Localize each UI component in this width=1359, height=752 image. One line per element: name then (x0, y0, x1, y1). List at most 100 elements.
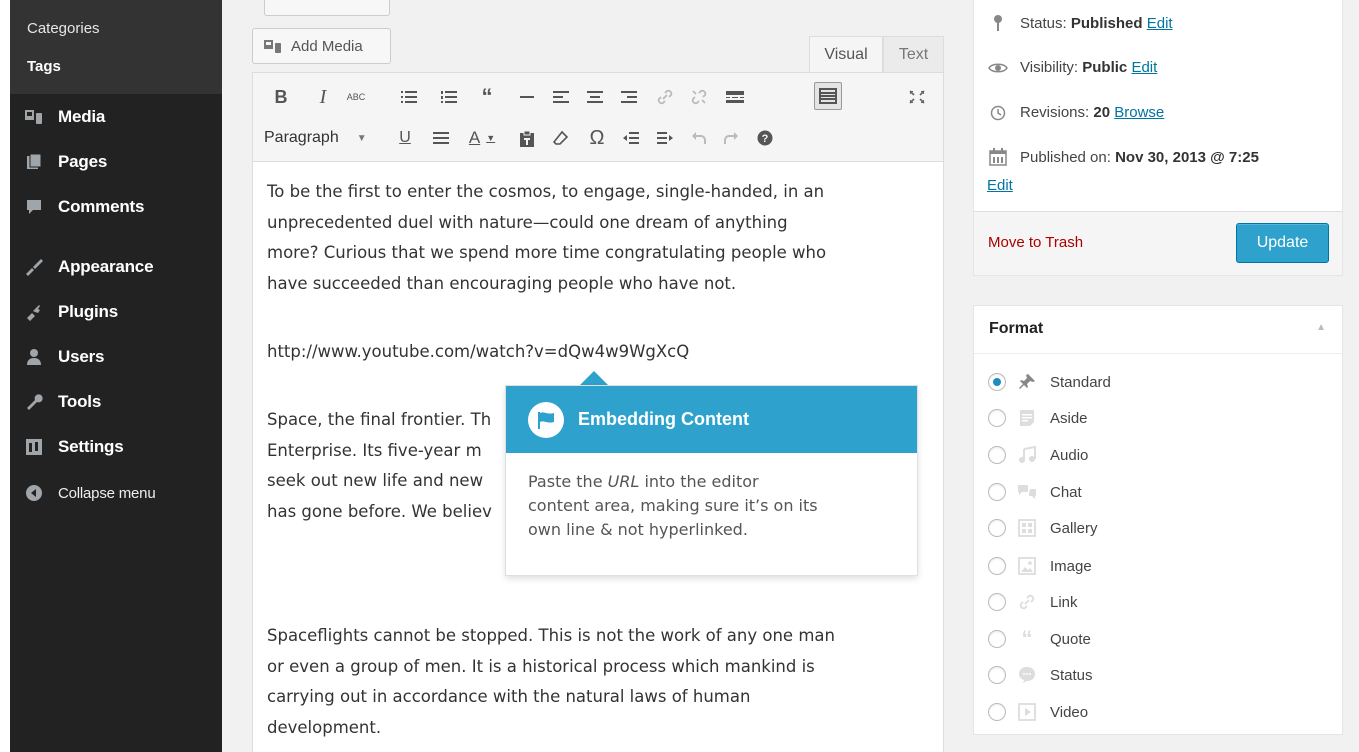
align-center-icon[interactable] (583, 85, 607, 109)
format-option-video[interactable]: Video (988, 700, 1088, 724)
collapse-menu-button[interactable]: Collapse menu (10, 473, 222, 513)
format-option-aside[interactable]: Aside (988, 406, 1088, 430)
top-button-stub[interactable] (264, 0, 390, 16)
format-option-gallery[interactable]: Gallery (988, 516, 1098, 540)
justify-icon[interactable] (429, 126, 453, 150)
gallery-icon (1016, 518, 1038, 538)
bullet-list-icon[interactable] (397, 85, 421, 109)
calendar-icon (988, 148, 1008, 166)
outdent-icon[interactable] (619, 126, 643, 150)
sidebar-item-settings[interactable]: Settings (10, 427, 222, 467)
revisions-row: Revisions: 20 Browse (988, 104, 1164, 121)
pointer-body: Paste the URL into the editor content ar… (528, 470, 908, 542)
unlink-icon[interactable] (687, 85, 711, 109)
format-option-label: Standard (1050, 373, 1111, 391)
chat-icon (1016, 482, 1038, 502)
strikethrough-icon[interactable]: ABC (344, 85, 368, 109)
toolbar-toggle-icon[interactable] (814, 82, 842, 110)
underline-icon[interactable]: U (393, 126, 417, 150)
revisions-label: Revisions: (1020, 104, 1090, 121)
align-left-icon[interactable] (549, 85, 573, 109)
format-box-header[interactable]: Format ▲ (974, 306, 1342, 354)
radio-button[interactable] (988, 593, 1006, 611)
add-media-button[interactable]: Add Media (252, 28, 391, 64)
format-option-quote[interactable]: “ Quote (988, 626, 1091, 651)
sidebar-item-label: Users (58, 347, 105, 366)
visibility-label: Visibility: (1020, 59, 1079, 76)
format-option-image[interactable]: Image (988, 554, 1092, 578)
pointer-header: Embedding Content (506, 386, 917, 453)
browse-revisions-link[interactable]: Browse (1114, 104, 1164, 121)
admin-sidebar: Categories Tags Media Pages Comments App… (0, 0, 222, 752)
numbered-list-icon[interactable] (437, 85, 461, 109)
paste-as-text-icon[interactable] (515, 126, 539, 150)
sidebar-item-media[interactable]: Media (10, 97, 222, 137)
sidebar-item-appearance[interactable]: Appearance (10, 247, 222, 287)
sidebar-item-label: Settings (58, 437, 124, 456)
text-line: more? Curious that we spend more time co… (267, 243, 827, 262)
status-value: Published (1070, 14, 1143, 32)
radio-button[interactable] (988, 483, 1006, 501)
eye-icon (988, 62, 1008, 74)
format-option-audio[interactable]: Audio (988, 443, 1088, 467)
sidebar-item-users[interactable]: Users (10, 337, 222, 377)
italic-icon[interactable]: I (311, 85, 335, 109)
fullscreen-icon[interactable] (905, 85, 929, 109)
embed-url-line: http://www.youtube.com/watch?v=dQw4w9WgX… (267, 337, 907, 368)
radio-button[interactable] (988, 630, 1006, 648)
sidebar-item-comments[interactable]: Comments (10, 187, 222, 227)
format-option-label: Video (1050, 703, 1089, 721)
format-option-status[interactable]: Status (988, 663, 1093, 687)
clear-formatting-icon[interactable] (549, 126, 573, 150)
feature-pointer-tooltip: Embedding Content Paste the URL into the… (505, 385, 918, 576)
insert-link-icon[interactable] (653, 85, 677, 109)
indent-icon[interactable] (653, 126, 677, 150)
radio-button[interactable] (988, 666, 1006, 684)
radio-button[interactable] (988, 409, 1006, 427)
radio-button[interactable] (988, 373, 1006, 391)
visibility-value: Public (1082, 59, 1128, 76)
radio-button[interactable] (988, 519, 1006, 537)
help-icon[interactable]: ? (753, 126, 777, 150)
pointer-line: Paste the URL into the editor (528, 470, 908, 494)
redo-icon[interactable] (719, 126, 743, 150)
settings-icon (24, 437, 44, 457)
bold-icon[interactable]: B (269, 85, 293, 109)
video-icon (1016, 702, 1038, 722)
edit-date-link[interactable]: Edit (987, 177, 1013, 194)
submenu-item-tags[interactable]: Tags (27, 58, 61, 75)
undo-icon[interactable] (687, 126, 711, 150)
format-option-label: Gallery (1050, 519, 1098, 537)
format-option-label: Chat (1050, 483, 1082, 501)
edit-visibility-link[interactable]: Edit (1131, 59, 1157, 76)
radio-button[interactable] (988, 703, 1006, 721)
radio-button[interactable] (988, 446, 1006, 464)
radio-button[interactable] (988, 557, 1006, 575)
pointer-text-emphasis: URL (607, 472, 640, 491)
format-option-chat[interactable]: Chat (988, 480, 1082, 504)
update-button[interactable]: Update (1236, 223, 1329, 263)
sidebar-item-plugins[interactable]: Plugins (10, 292, 222, 332)
special-character-icon[interactable]: Ω (585, 126, 609, 150)
users-icon (24, 347, 44, 367)
tab-visual[interactable]: Visual (809, 36, 883, 72)
blockquote-icon[interactable]: “ (475, 84, 499, 109)
sidebar-item-tools[interactable]: Tools (10, 382, 222, 422)
horizontal-line-icon[interactable] (515, 85, 539, 109)
revisions-icon (988, 105, 1008, 121)
text-color-icon[interactable]: A ▼ (467, 126, 497, 150)
move-to-trash-link[interactable]: Move to Trash (988, 234, 1083, 251)
edit-status-link[interactable]: Edit (1147, 15, 1173, 32)
collapse-arrow-icon[interactable]: ▲ (1316, 322, 1326, 333)
sidebar-item-pages[interactable]: Pages (10, 142, 222, 182)
format-option-label: Aside (1050, 409, 1088, 427)
read-more-icon[interactable] (723, 85, 747, 109)
format-option-standard[interactable]: Standard (988, 370, 1111, 394)
submenu-item-categories[interactable]: Categories (27, 20, 100, 37)
align-right-icon[interactable] (617, 85, 641, 109)
page-edge (0, 0, 10, 752)
paragraph-format-select[interactable]: Paragraph ▼ (263, 123, 385, 153)
tab-text[interactable]: Text (883, 36, 944, 72)
media-icon (24, 107, 44, 127)
format-option-link[interactable]: Link (988, 590, 1078, 614)
